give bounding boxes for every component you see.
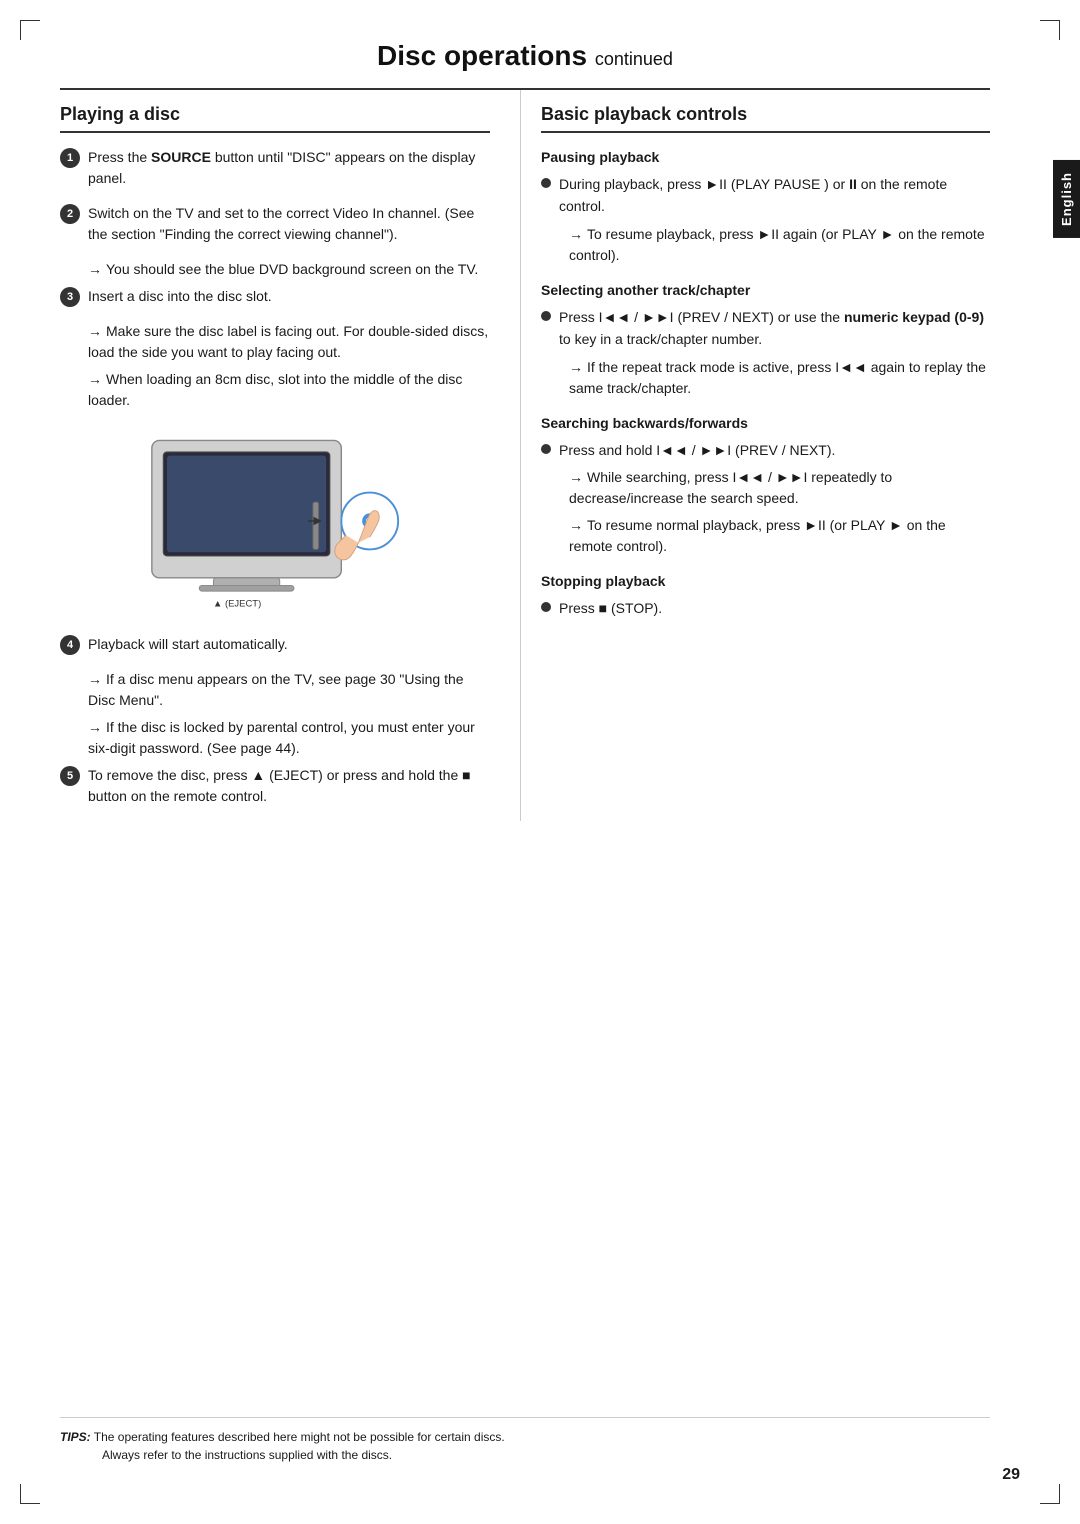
- step-4-arrow-1: If a disc menu appears on the TV, see pa…: [88, 669, 490, 711]
- bullet-dot: [541, 178, 551, 188]
- svg-text:▲ (EJECT): ▲ (EJECT): [213, 598, 261, 609]
- step-3-arrow-2: When loading an 8cm disc, slot into the …: [88, 369, 490, 411]
- tips-label: TIPS:: [60, 1430, 91, 1444]
- corner-br: [1040, 1484, 1060, 1504]
- step-3: 3 Insert a disc into the disc slot.: [60, 286, 490, 307]
- corner-tl: [20, 20, 40, 40]
- tips-text-2: Always refer to the instructions supplie…: [102, 1448, 392, 1462]
- pausing-arrow: To resume playback, press ►II again (or …: [569, 224, 990, 266]
- left-column: Playing a disc 1 Press the SOURCE button…: [60, 90, 520, 821]
- step-3-content: Insert a disc into the disc slot.: [88, 286, 490, 307]
- selecting-bullet: Press I◄◄ / ►►I (PREV / NEXT) or use the…: [541, 306, 990, 351]
- dvd-tv-image: ▲ (EJECT): [135, 431, 415, 611]
- right-column: Basic playback controls Pausing playback…: [520, 90, 990, 821]
- step-2-arrow: You should see the blue DVD background s…: [88, 259, 490, 280]
- pausing-header: Pausing playback: [541, 149, 990, 165]
- selecting-header: Selecting another track/chapter: [541, 282, 990, 298]
- step-1-content: Press the SOURCE button until "DISC" app…: [88, 147, 490, 189]
- step-5-number: 5: [60, 766, 80, 786]
- step-2-number: 2: [60, 204, 80, 224]
- stopping-content: Press ■ (STOP).: [559, 597, 990, 619]
- playing-disc-header: Playing a disc: [60, 104, 490, 133]
- step-2-content: Switch on the TV and set to the correct …: [88, 203, 490, 245]
- step-5-content: To remove the disc, press ▲ (EJECT) or p…: [88, 765, 490, 807]
- pausing-content: During playback, press ►II (PLAY PAUSE )…: [559, 173, 990, 218]
- step-3-arrow-1: Make sure the disc label is facing out. …: [88, 321, 490, 363]
- searching-header: Searching backwards/forwards: [541, 415, 990, 431]
- tips-section: TIPS: The operating features described h…: [60, 1417, 990, 1464]
- content-area: Playing a disc 1 Press the SOURCE button…: [60, 90, 990, 821]
- stopping-header: Stopping playback: [541, 573, 990, 589]
- bullet-dot-4: [541, 602, 551, 612]
- selecting-content: Press I◄◄ / ►►I (PREV / NEXT) or use the…: [559, 306, 990, 351]
- dvd-illustration: ▲ (EJECT): [60, 431, 490, 614]
- step-5: 5 To remove the disc, press ▲ (EJECT) or…: [60, 765, 490, 807]
- corner-bl: [20, 1484, 40, 1504]
- bullet-dot-3: [541, 444, 551, 454]
- step-3-number: 3: [60, 287, 80, 307]
- language-tab: English: [1053, 160, 1080, 238]
- searching-arrow-1: While searching, press I◄◄ / ►►I repeate…: [569, 467, 990, 509]
- pausing-bullet: During playback, press ►II (PLAY PAUSE )…: [541, 173, 990, 218]
- basic-playback-header: Basic playback controls: [541, 104, 990, 133]
- step-1-number: 1: [60, 148, 80, 168]
- tips-text-1: The operating features described here mi…: [94, 1430, 505, 1444]
- step-4-content: Playback will start automatically.: [88, 634, 490, 655]
- page-container: English Disc operations continued Playin…: [0, 0, 1080, 1524]
- step-2: 2 Switch on the TV and set to the correc…: [60, 203, 490, 245]
- searching-content: Press and hold I◄◄ / ►►I (PREV / NEXT).: [559, 439, 990, 461]
- searching-arrow-2: To resume normal playback, press ►II (or…: [569, 515, 990, 557]
- bullet-dot-2: [541, 311, 551, 321]
- searching-bullet: Press and hold I◄◄ / ►►I (PREV / NEXT).: [541, 439, 990, 461]
- corner-tr: [1040, 20, 1060, 40]
- stopping-bullet: Press ■ (STOP).: [541, 597, 990, 619]
- selecting-arrow-1: If the repeat track mode is active, pres…: [569, 357, 990, 399]
- step-1: 1 Press the SOURCE button until "DISC" a…: [60, 147, 490, 189]
- step-4-number: 4: [60, 635, 80, 655]
- page-number: 29: [1002, 1466, 1020, 1484]
- step-4: 4 Playback will start automatically.: [60, 634, 490, 655]
- page-title: Disc operations continued: [60, 40, 1020, 72]
- step-4-arrow-2: If the disc is locked by parental contro…: [88, 717, 490, 759]
